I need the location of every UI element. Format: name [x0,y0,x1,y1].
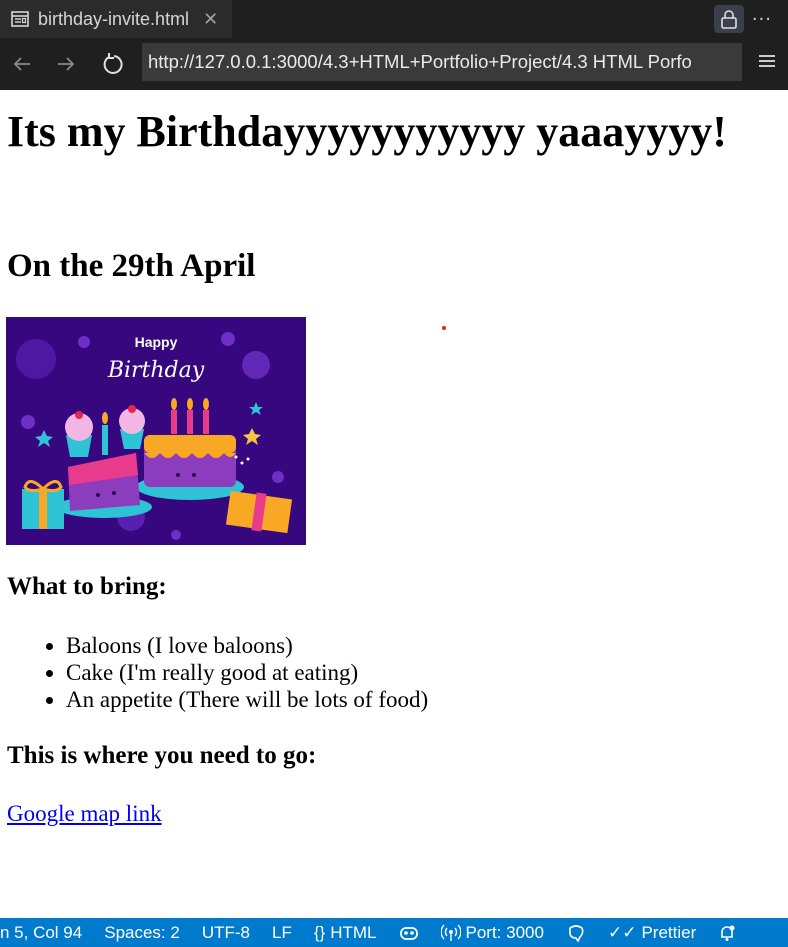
refresh-button[interactable] [88,42,138,86]
copilot-icon [399,926,418,940]
lock-button[interactable] [713,5,744,33]
eol-status[interactable]: LF [261,923,303,943]
nav-bar: http://127.0.0.1:3000/4.3+HTML+Portfolio… [0,38,788,90]
double-check-icon: ✓✓ [607,922,637,942]
bring-heading: What to bring: [7,573,167,600]
bring-list: Baloons (I love baloons) Cake (I'm reall… [0,632,428,713]
tab-bar: birthday-invite.html ✕ ··· [0,0,788,38]
list-item: An appetite (There will be lots of food) [66,686,428,713]
arrow-right-icon [58,57,75,71]
banner-birthday-text: Birthday [107,358,205,383]
arrow-left-icon [13,57,30,71]
menu-icon[interactable] [756,50,778,72]
status-bar: n 5, Col 94 Spaces: 2 UTF-8 LF {} HTML P… [0,918,788,947]
extension-status[interactable] [555,924,597,942]
birthday-banner-image: Happy Birthday [6,317,306,545]
notifications-button[interactable] [707,924,747,942]
tab-birthday-invite[interactable]: birthday-invite.html ✕ [0,0,233,38]
event-date: On the 29th April [7,248,256,284]
live-server-port[interactable]: Port: 3000 [430,923,555,943]
indentation-status[interactable]: Spaces: 2 [93,923,191,943]
braces-icon: {} [313,922,326,942]
feedback-icon [569,924,584,942]
copilot-status[interactable] [388,924,430,942]
prettier-label: Prettier [641,922,697,942]
lock-icon [721,10,737,29]
more-icon[interactable]: ··· [752,9,772,30]
tab-title: birthday-invite.html [38,8,190,29]
list-item: Baloons (I love baloons) [66,632,428,659]
address-input[interactable]: http://127.0.0.1:3000/4.3+HTML+Portfolio… [142,43,742,81]
directions-heading: This is where you need to go: [7,742,317,769]
cursor-position[interactable]: n 5, Col 94 [0,923,93,943]
prettier-status[interactable]: ✓✓ Prettier [597,923,707,943]
page-title: Its my Birthdayyyyyyyyyyy yaaayyyy! [7,107,727,156]
page-content: Its my Birthdayyyyyyyyyyy yaaayyyy! On t… [0,90,788,918]
list-item: Cake (I'm really good at eating) [66,659,428,686]
forward-button[interactable] [44,42,88,86]
encoding-status[interactable]: UTF-8 [191,923,261,943]
broadcast-icon [440,924,461,941]
language-label: HTML [330,922,377,942]
red-dot [442,326,446,330]
back-button[interactable] [0,42,44,86]
bell-icon [721,925,735,941]
banner-happy-text: Happy [135,334,178,350]
close-icon[interactable]: ✕ [203,9,218,30]
google-map-link[interactable]: Google map link [7,801,162,827]
refresh-icon [103,53,123,74]
port-label: Port: 3000 [465,922,544,942]
language-mode[interactable]: {} HTML [303,923,388,943]
preview-icon [11,11,29,27]
